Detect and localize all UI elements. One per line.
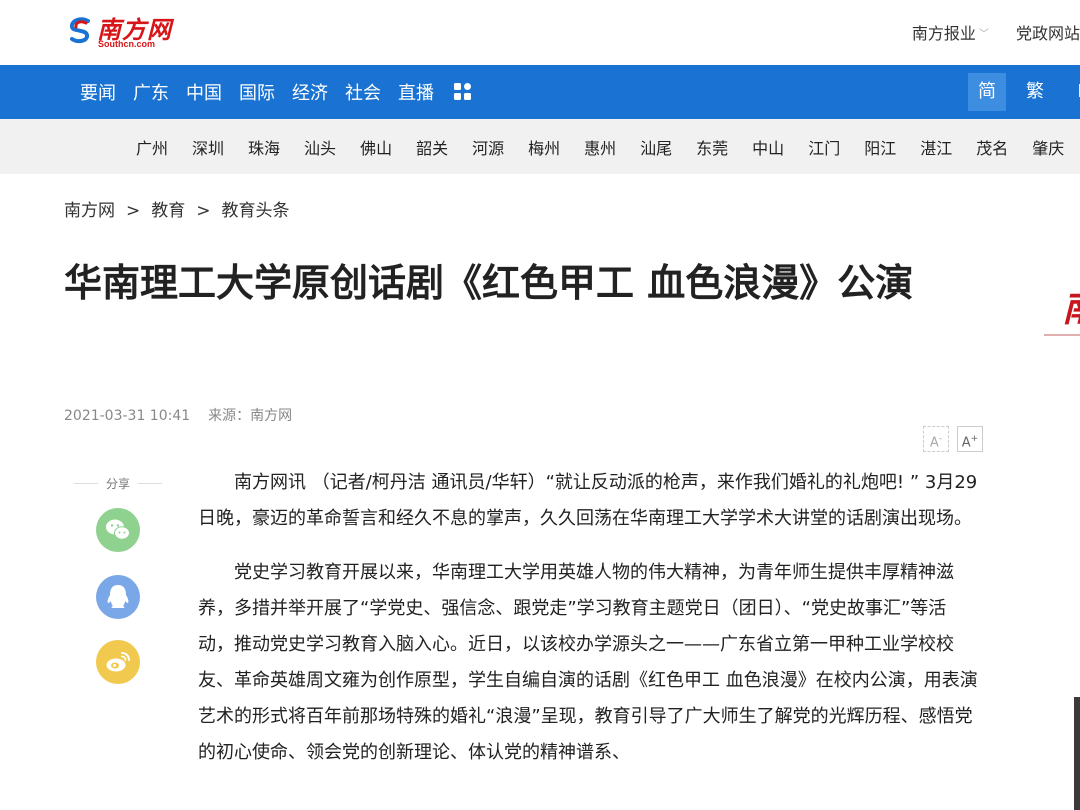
city-link[interactable]: 江门	[808, 135, 840, 159]
share-wechat-button[interactable]	[96, 508, 140, 552]
minus-icon: -	[938, 434, 943, 444]
nav-item-yaowen[interactable]: 要闻	[80, 79, 116, 105]
page-title: 华南理工大学原创话剧《红色甲工 血色浪漫》公演	[64, 261, 914, 305]
top-links: 南方报业 ﹀ 党政网站	[890, 20, 1080, 44]
city-link[interactable]: 深圳	[192, 135, 224, 159]
city-nav: 广州 深圳 珠海 汕头 佛山 韶关 河源 梅州 惠州 汕尾 东莞 中山 江门 阳江 湛江 茂名 肇庆	[0, 119, 1080, 174]
font-increase-button[interactable]: A+	[957, 426, 983, 452]
wechat-icon	[106, 519, 130, 540]
right-ad-glyph: 南	[1062, 280, 1080, 332]
right-ad-banner[interactable]: 南	[1044, 280, 1080, 340]
top-header: 南方网 Southcn.com 南方报业 ﹀ 党政网站	[0, 0, 1080, 65]
nav-item-society[interactable]: 社会	[345, 79, 381, 105]
city-link[interactable]: 中山	[752, 135, 784, 159]
breadcrumb: 南方网 > 教育 > 教育头条	[64, 196, 290, 221]
lang-traditional[interactable]: 繁	[1016, 73, 1054, 111]
article-body: 南方网讯 （记者/柯丹洁 通讯员/华轩）“就让反动派的枪声，来作我们婚礼的礼炮吧…	[198, 465, 978, 789]
grid-icon[interactable]	[453, 82, 473, 102]
language-switch: 简 繁 E	[968, 73, 1080, 111]
plus-icon: +	[970, 434, 979, 444]
font-decrease-button[interactable]: A-	[923, 426, 949, 452]
city-link[interactable]: 梅州	[528, 135, 560, 159]
city-link[interactable]: 东莞	[696, 135, 728, 159]
share-qq-button[interactable]	[96, 575, 140, 619]
city-nav-items: 广州 深圳 珠海 汕头 佛山 韶关 河源 梅州 惠州 汕尾 东莞 中山 江门 阳江 湛江 茂名 肇庆	[136, 119, 1080, 174]
nav-item-guangdong[interactable]: 广东	[133, 79, 169, 105]
city-link[interactable]: 河源	[472, 135, 504, 159]
article-source: 来源：南方网	[208, 408, 293, 424]
breadcrumb-home[interactable]: 南方网	[64, 201, 115, 221]
city-link[interactable]: 阳江	[864, 135, 896, 159]
article-paragraph: 党史学习教育开展以来，华南理工大学用英雄人物的伟大精神，为青年师生提供丰厚精神滋…	[198, 562, 978, 763]
qq-icon	[107, 585, 129, 608]
city-link[interactable]: 茂名	[976, 135, 1008, 159]
city-link[interactable]: 广州	[136, 135, 168, 159]
right-side-image[interactable]	[1074, 697, 1080, 810]
nav-item-international[interactable]: 国际	[239, 79, 275, 105]
logo-swirl-icon	[69, 17, 90, 44]
nav-item-live[interactable]: 直播	[398, 79, 434, 105]
breadcrumb-separator: >	[126, 201, 141, 221]
city-link[interactable]: 韶关	[416, 135, 448, 159]
city-link[interactable]: 珠海	[248, 135, 280, 159]
share-weibo-button[interactable]	[96, 640, 140, 684]
top-link-party-sites[interactable]: 党政网站	[1016, 20, 1080, 44]
article-paragraph: 南方网讯 （记者/柯丹洁 通讯员/华轩）“就让反动派的枪声，来作我们婚礼的礼炮吧…	[198, 472, 978, 529]
share-label: 分享	[74, 475, 162, 492]
article-datetime: 2021-03-31 10:41	[64, 408, 191, 424]
city-link[interactable]: 汕尾	[640, 135, 672, 159]
main-nav: 要闻 广东 中国 国际 经济 社会 直播 简 繁 E	[0, 65, 1080, 119]
site-logo[interactable]: 南方网 Southcn.com	[66, 11, 176, 53]
breadcrumb-separator: >	[196, 201, 211, 221]
breadcrumb-education-headlines[interactable]: 教育头条	[222, 201, 290, 221]
city-link[interactable]: 汕头	[304, 135, 336, 159]
lang-english[interactable]: E	[1064, 73, 1080, 111]
nav-item-economy[interactable]: 经济	[292, 79, 328, 105]
city-link[interactable]: 湛江	[920, 135, 952, 159]
city-link[interactable]: 肇庆	[1032, 135, 1064, 159]
weibo-icon	[106, 652, 130, 672]
divider	[1044, 334, 1080, 336]
city-link[interactable]: 佛山	[360, 135, 392, 159]
top-link-nanfang-baoye[interactable]: 南方报业 ﹀	[912, 20, 989, 44]
breadcrumb-education[interactable]: 教育	[151, 201, 185, 221]
lang-simplified[interactable]: 简	[968, 73, 1006, 111]
article-meta: 2021-03-31 10:41 来源：南方网	[64, 405, 292, 425]
chevron-down-icon: ﹀	[978, 29, 989, 40]
nav-item-china[interactable]: 中国	[186, 79, 222, 105]
main-nav-items: 要闻 广东 中国 国际 经济 社会 直播	[80, 65, 473, 119]
logo-domain: Southcn.com	[98, 39, 156, 49]
city-link[interactable]: 惠州	[584, 135, 616, 159]
